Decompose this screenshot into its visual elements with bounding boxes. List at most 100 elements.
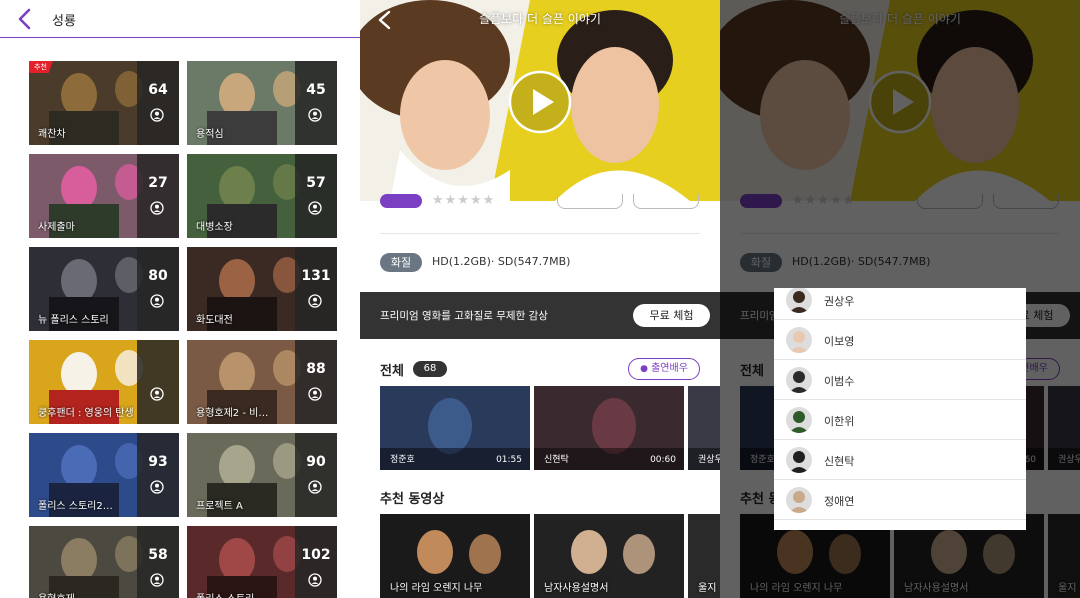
movie-card[interactable]: 64 쾌찬차 추천 (29, 61, 179, 145)
movie-poster (29, 526, 179, 598)
movie-card[interactable]: 93 폴리스 스토리2… (29, 433, 179, 517)
movie-card[interactable]: 88 용형호제2 - 비… (187, 340, 337, 424)
promo-text: 프리미엄 영화를 고화질로 무제한 감상 (380, 310, 548, 322)
movie-title: 용형호제 (38, 590, 134, 598)
cast-popup-screen: 슬픔보다 더 슬픈 이야기 ★★★★★ 화질 HD(1.2GB)· SD(547… (720, 0, 1080, 598)
video-count: 80 (148, 268, 168, 284)
cast-item[interactable]: 권상우 (774, 288, 1026, 320)
clip-duration: 00:60 (650, 455, 676, 465)
video-count: 45 (306, 82, 326, 98)
play-icon[interactable] (508, 70, 572, 134)
person-circle-icon (150, 480, 164, 494)
person-circle-icon (150, 201, 164, 215)
cast-item[interactable]: 이보영 (774, 320, 1026, 360)
movie-title: 폴리스 스토리2… (38, 501, 113, 512)
rating-row: ★★★★★ (380, 194, 710, 214)
avatar (786, 487, 812, 513)
video-count: 102 (301, 547, 331, 563)
recommended-label: 추천 동영상 (380, 492, 445, 507)
person-circle-icon (150, 108, 164, 122)
movie-card[interactable]: 27 사제출마 (29, 154, 179, 238)
cast-name: 신현탁 (824, 455, 855, 468)
like-button[interactable] (633, 194, 699, 209)
avatar (786, 447, 812, 473)
movie-card[interactable]: 45 용적심 (187, 61, 337, 145)
movie-title: 사제출마 (38, 222, 75, 233)
cast-button[interactable]: ● 출연배우 (628, 358, 700, 380)
clip-actor: 신현탁 (544, 455, 569, 465)
movie-title: 화도대전 (196, 315, 233, 326)
video-count: 90 (306, 454, 326, 470)
avatar (786, 367, 812, 393)
movie-card[interactable]: 쿵후팬더 : 영웅의 탄생 (29, 340, 179, 424)
back-arrow-icon[interactable] (14, 8, 36, 30)
cast-item[interactable]: 이범수 (774, 360, 1026, 400)
avatar (786, 407, 812, 433)
video-clip[interactable]: 신현탁 00:60 (534, 386, 684, 470)
video-count: 64 (148, 82, 168, 98)
movie-poster (187, 526, 337, 598)
quality-badge: 화질 (380, 253, 422, 272)
rating-badge (380, 194, 422, 208)
quality-value: HD(1.2GB)· SD(547.7MB) (432, 255, 571, 268)
top-bar: 성룡 (0, 0, 360, 38)
person-icon: ● (640, 364, 648, 374)
movie-title: 슬픔보다 더 슬픈 이야기 (479, 12, 601, 26)
count-panel (137, 154, 179, 238)
movie-title: 쿵후팬더 : 영웅의 탄생 (38, 408, 134, 419)
movie-card[interactable]: 80 뉴 폴리스 스토리 (29, 247, 179, 331)
movie-card[interactable]: 90 프로젝트 A (187, 433, 337, 517)
avatar (786, 288, 812, 313)
divider (380, 233, 700, 234)
video-count-badge: 68 (413, 361, 447, 377)
count-panel (137, 433, 179, 517)
person-circle-icon (308, 201, 322, 215)
video-clip[interactable]: 정준호 01:55 (380, 386, 530, 470)
cast-name: 정애연 (824, 495, 855, 508)
star-rating-icon[interactable]: ★★★★★ (432, 194, 495, 208)
movie-card[interactable]: 102 폴리스 스토리 (187, 526, 337, 598)
all-videos-label: 전체 (380, 364, 404, 379)
video-count: 131 (301, 268, 331, 284)
count-panel (295, 340, 337, 424)
cast-item[interactable]: 정애연 (774, 480, 1026, 520)
free-trial-button[interactable]: 무료 체험 (633, 304, 710, 327)
video-count: 27 (148, 175, 168, 191)
video-count: 93 (148, 454, 168, 470)
video-count: 58 (148, 547, 168, 563)
video-count: 88 (306, 361, 326, 377)
share-button[interactable] (557, 194, 623, 209)
person-circle-icon (308, 573, 322, 587)
avatar (786, 327, 812, 353)
count-panel (137, 247, 179, 331)
person-circle-icon (150, 294, 164, 308)
recommended-video[interactable]: 나의 라임 오렌지 나무 (380, 514, 530, 598)
clip-actor: 정준호 (390, 455, 415, 465)
recommended-video[interactable]: 남자사용설명서 (534, 514, 684, 598)
cast-item[interactable]: 이한위 (774, 400, 1026, 440)
movie-card[interactable]: 58 용형호제 (29, 526, 179, 598)
movie-title: 쾌찬차 (38, 129, 66, 140)
person-circle-icon (308, 387, 322, 401)
cast-name: 이보영 (824, 335, 855, 348)
hero-video[interactable]: 슬픔보다 더 슬픈 이야기 (360, 0, 720, 201)
cast-list-popup: 권상우이보영이범수 이한위신현탁정애연 (774, 288, 1026, 530)
person-circle-icon (308, 294, 322, 308)
cast-item[interactable]: 신현탁 (774, 440, 1026, 480)
person-circle-icon (308, 108, 322, 122)
cast-button-label: 출연배우 (651, 363, 688, 374)
video-clip[interactable]: 권상우 (688, 386, 720, 470)
movie-title: 대병소장 (196, 222, 233, 233)
recommended-title: 남자사용설명서 (544, 583, 609, 594)
count-panel (137, 61, 179, 145)
movie-card[interactable]: 57 대병소장 (187, 154, 337, 238)
cast-name: 권상우 (824, 295, 855, 308)
clip-duration: 01:55 (496, 455, 522, 465)
movie-title: 용적심 (196, 129, 224, 140)
recommended-title: 나의 라임 오렌지 나무 (390, 583, 483, 594)
recommended-video[interactable]: 울지 (688, 514, 720, 598)
movie-title: 용형호제2 - 비… (196, 408, 269, 419)
video-count: 57 (306, 175, 326, 191)
page-title: 성룡 (52, 14, 76, 29)
movie-card[interactable]: 131 화도대전 (187, 247, 337, 331)
